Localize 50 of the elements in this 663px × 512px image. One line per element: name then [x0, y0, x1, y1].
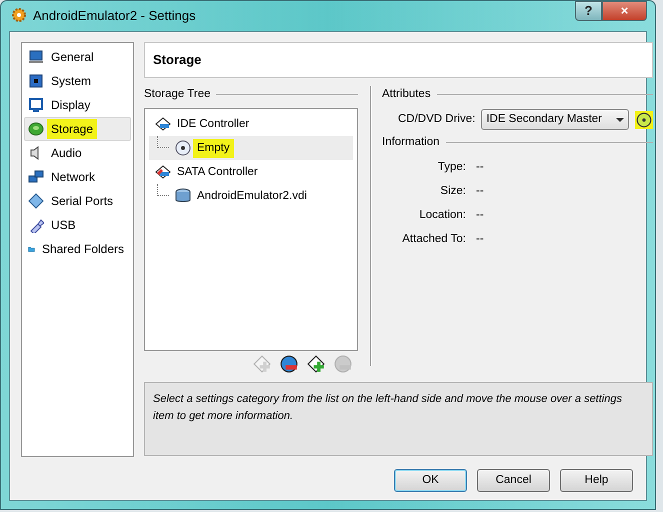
group-title: Attributes [382, 87, 431, 102]
category-item[interactable]: Network [24, 165, 131, 189]
disk-icon [28, 121, 44, 137]
page-title: Storage [144, 42, 654, 78]
cd-icon [175, 140, 191, 156]
port-icon [28, 193, 44, 209]
category-item[interactable]: General [24, 45, 131, 69]
category-item[interactable]: Audio [24, 141, 131, 165]
tree-item[interactable]: AndroidEmulator2.vdi [149, 184, 353, 208]
dialog-button[interactable]: OK [394, 469, 467, 492]
category-item[interactable]: USB [24, 213, 131, 237]
gear-icon [11, 7, 27, 24]
field-value: -- [476, 232, 484, 248]
help-button[interactable]: ? [575, 1, 602, 21]
disk-stack-icon [175, 188, 191, 204]
drive-dropdown[interactable]: IDE Secondary Master [481, 109, 630, 130]
network-icon [28, 169, 44, 185]
usb-icon [28, 217, 44, 233]
chip-icon [28, 73, 44, 89]
tree-item[interactable]: Empty [149, 136, 353, 160]
remove-icon[interactable] [280, 355, 298, 374]
dialog-button[interactable]: Help [560, 469, 633, 492]
field-value: -- [476, 208, 484, 223]
disc-icon[interactable] [635, 110, 654, 129]
tree-item[interactable]: IDE Controller [149, 112, 353, 136]
close-button[interactable]: × [602, 1, 647, 21]
caret-icon [616, 118, 624, 122]
tree-item[interactable]: SATA Controller [149, 160, 353, 184]
category-item[interactable]: Shared Folders [24, 237, 131, 261]
dialog-button[interactable]: Cancel [477, 469, 550, 492]
group-title: Information [382, 135, 440, 150]
category-item[interactable]: Serial Ports [24, 189, 131, 213]
field-value: -- [476, 160, 484, 174]
display-icon [28, 97, 44, 113]
field-label: Attached To: [401, 232, 466, 248]
add-icon[interactable] [307, 355, 325, 374]
category-item[interactable]: System [24, 69, 131, 93]
controller-icon [155, 164, 171, 180]
field-label: Size: [439, 184, 466, 199]
category-item[interactable]: Display [24, 93, 131, 117]
field-label: CD/DVD Drive: [398, 112, 476, 128]
field-label: Type: [436, 160, 466, 174]
field-label: Location: [418, 208, 466, 223]
controller-icon [155, 116, 171, 132]
field-value: -- [476, 184, 484, 199]
window-title: AndroidEmulator2 - Settings [33, 7, 196, 26]
monitor-icon [28, 49, 44, 65]
description-text: Select a settings category from the list on the left-hand side and move the mouse over a settings item to get more information. [144, 382, 654, 456]
group-title: Storage Tree [144, 87, 210, 102]
category-item[interactable]: Storage [24, 117, 131, 141]
